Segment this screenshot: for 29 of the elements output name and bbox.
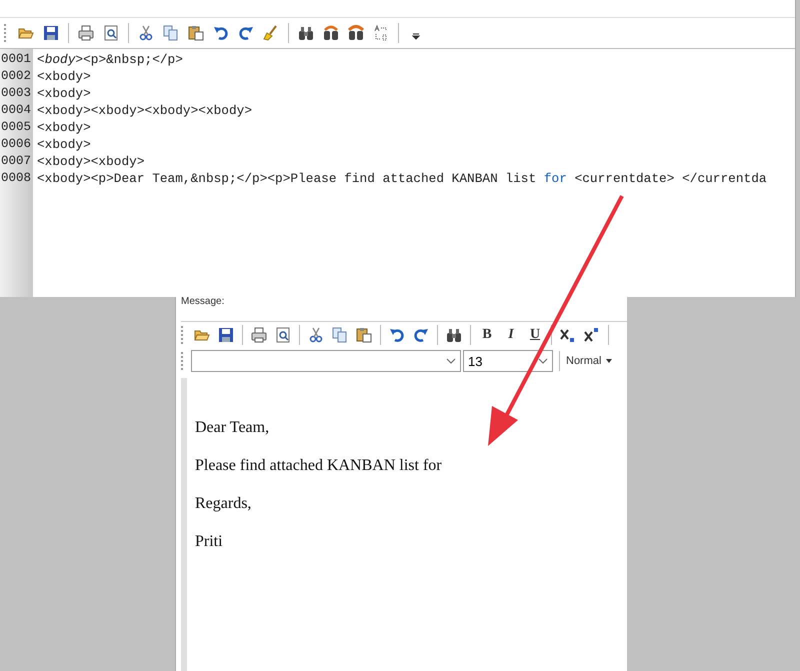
code-line: <xbody><xbody> <box>37 153 146 170</box>
line-number: 0001 <box>0 51 32 68</box>
line-number: 0003 <box>0 85 32 102</box>
font-size-dropdown[interactable]: 13 <box>463 350 553 372</box>
line-number: 0007 <box>0 153 32 170</box>
line-number: 0006 <box>0 136 32 153</box>
message-label: Message: <box>181 297 226 309</box>
code-line: <xbody> <box>37 136 92 153</box>
line-number: 0008 <box>0 170 32 187</box>
line-number: 0004 <box>0 102 32 119</box>
code-line: <xbody><xbody><xbody><xbody> <box>37 102 254 119</box>
message-paragraph: Regards, <box>195 494 252 513</box>
paragraph-style-dropdown[interactable]: Normal <box>566 355 612 367</box>
caret-icon <box>606 359 612 364</box>
code-line: <xbody><p>Dear Team,&nbsp;</p><p>Please find attached KANBAN list for <currentdate> </currentda <box>37 170 768 187</box>
chevron-icon <box>446 358 456 364</box>
message-paragraph: Dear Team, <box>195 418 270 437</box>
code-line: <xbody> <box>37 68 92 85</box>
underline-button[interactable]: U <box>524 324 546 346</box>
message-paragraph: Please find attached KANBAN list for <box>195 456 443 475</box>
code-line: <xbody> <box>37 119 92 136</box>
code-line: <body><p>&nbsp;</p> <box>37 51 184 68</box>
code-line: <xbody> <box>37 85 92 102</box>
line-number: 0005 <box>0 119 32 136</box>
bold-button[interactable]: B <box>476 324 498 346</box>
message-paragraph: Priti <box>195 532 224 551</box>
line-number: 0002 <box>0 68 32 85</box>
chevron-icon <box>538 358 548 364</box>
italic-button[interactable]: I <box>500 324 522 346</box>
